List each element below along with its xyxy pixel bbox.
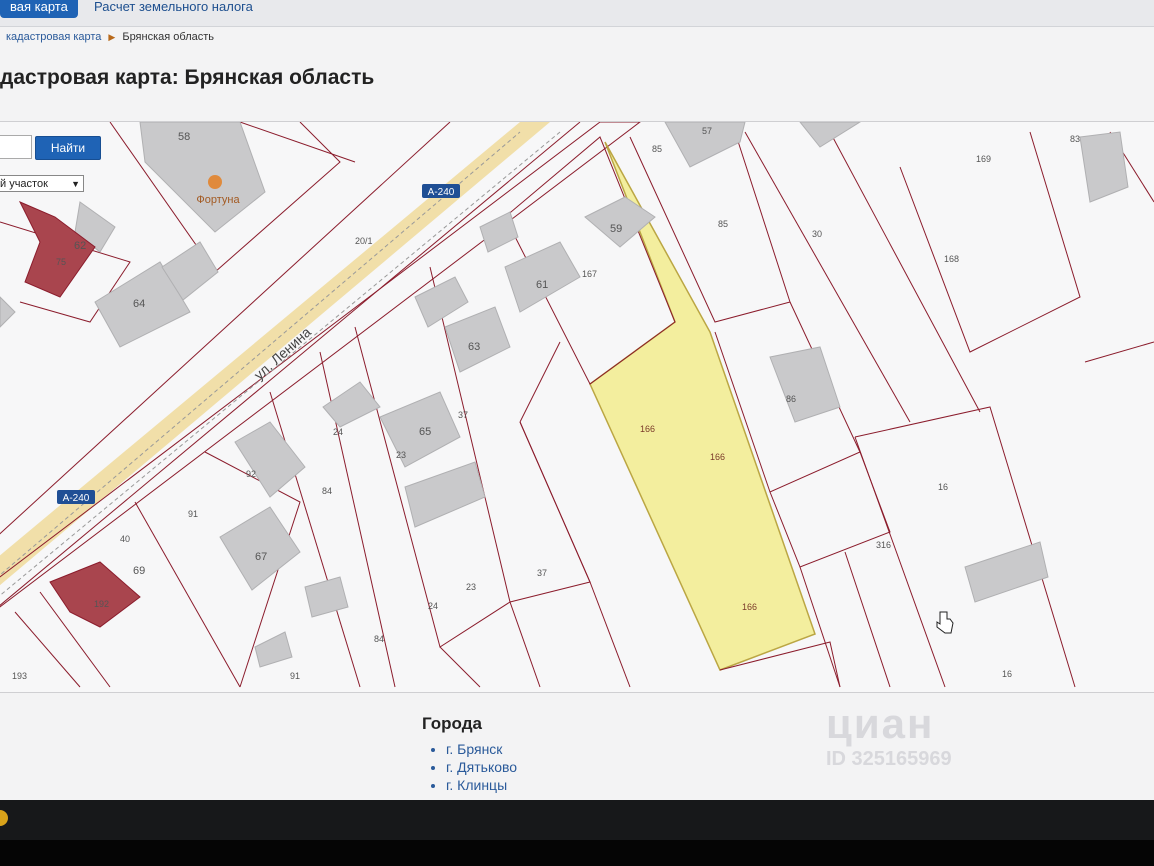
city-link-bryansk[interactable]: г. Брянск xyxy=(446,740,517,758)
breadcrumb-parent-link[interactable]: кадастровая карта xyxy=(6,31,101,43)
parcel-number: 37 xyxy=(458,410,468,420)
parcel-number: 58 xyxy=(178,131,190,143)
parcel-number: 62 xyxy=(74,240,86,252)
map-canvas[interactable]: А-240 А-240 ул. Ленина Фортуна 58 85 57 … xyxy=(0,122,1154,692)
parcel-number: 23 xyxy=(466,582,476,592)
parcel-number: 85 xyxy=(718,219,728,229)
parcel-number: 166 xyxy=(710,452,725,462)
parcel-number: 84 xyxy=(322,486,332,496)
parcel-number: 167 xyxy=(582,269,597,279)
monitor-bezel xyxy=(0,840,1154,866)
parcel-number-labels: 58 85 57 83 169 20/1 85 30 168 62 75 64 … xyxy=(12,126,1080,681)
object-type-select-value: й участок xyxy=(0,178,48,190)
parcel-number: 169 xyxy=(976,154,991,164)
parcel-number: 23 xyxy=(396,450,406,460)
breadcrumb-current: Брянская область xyxy=(122,31,215,43)
search-button[interactable]: Найти xyxy=(35,136,101,160)
parcel-number: 24 xyxy=(428,601,438,611)
buildings xyxy=(0,122,1129,668)
parcel-number: 84 xyxy=(374,634,384,644)
road-corridor xyxy=(0,122,641,608)
city-link-dyatkovo[interactable]: г. Дятьково xyxy=(446,758,517,776)
browser-viewport: вая карта Расчет земельного налога кадас… xyxy=(0,0,1154,800)
parcel-number: 192 xyxy=(94,599,109,609)
parcel-number: 40 xyxy=(120,534,130,544)
svg-text:Фортуна: Фортуна xyxy=(196,194,240,206)
hand-cursor-icon xyxy=(936,611,954,634)
parcel-number: 67 xyxy=(255,551,267,563)
cadastral-map[interactable]: А-240 А-240 ул. Ленина Фортуна 58 85 57 … xyxy=(0,121,1154,693)
cities-heading: Города xyxy=(422,714,482,733)
tab-cadastral-map[interactable]: вая карта xyxy=(0,0,78,18)
parcel-number: 63 xyxy=(468,341,480,353)
taskbar xyxy=(0,800,1154,840)
city-link-klintsy[interactable]: г. Клинцы xyxy=(446,776,517,794)
road-badge-a240-top: А-240 xyxy=(422,184,460,198)
cian-logo: циан xyxy=(826,700,935,747)
tab-land-tax[interactable]: Расчет земельного налога xyxy=(94,0,253,20)
cian-watermark: циан ID 325165969 xyxy=(826,700,1066,790)
parcel-number: 65 xyxy=(419,426,431,438)
top-navigation: вая карта Расчет земельного налога xyxy=(0,0,1154,27)
chevron-down-icon: ▼ xyxy=(71,179,80,189)
svg-text:А-240: А-240 xyxy=(63,493,90,504)
parcel-number: 69 xyxy=(133,565,145,577)
page-title: дастровая карта: Брянская область xyxy=(0,66,375,89)
cities-list: г. Брянск г. Дятьково г. Клинцы xyxy=(422,740,517,794)
parcel-number: 30 xyxy=(812,229,822,239)
taskbar-app-icon[interactable] xyxy=(0,810,8,826)
cities-section: Города г. Брянск г. Дятьково г. Клинцы xyxy=(422,714,517,794)
listing-id: ID 325165969 xyxy=(826,748,952,770)
parcel-number: 91 xyxy=(188,509,198,519)
breadcrumb-separator-icon: ▶ xyxy=(108,32,116,42)
parcel-number: 61 xyxy=(536,279,548,291)
parcel-number: 24 xyxy=(333,427,343,437)
highlighted-buildings xyxy=(18,201,141,628)
parcel-number: 166 xyxy=(640,424,655,434)
parcel-number: 91 xyxy=(290,671,300,681)
parcel-number: 57 xyxy=(702,126,712,136)
parcel-number: 20/1 xyxy=(355,236,373,246)
parcel-number: 86 xyxy=(786,394,796,404)
svg-text:А-240: А-240 xyxy=(428,187,455,198)
parcel-number: 193 xyxy=(12,671,27,681)
parcel-number: 85 xyxy=(652,144,662,154)
breadcrumb: кадастровая карта ▶ Брянская область xyxy=(6,31,214,43)
road-badge-a240-bottom: А-240 xyxy=(57,490,95,504)
parcel-number: 16 xyxy=(1002,669,1012,679)
parcel-number: 168 xyxy=(944,254,959,264)
search-input[interactable] xyxy=(0,135,32,159)
parcel-number: 75 xyxy=(56,257,66,267)
parcel-boundaries xyxy=(0,122,1154,688)
parcel-number: 316 xyxy=(876,540,891,550)
object-type-select[interactable]: й участок ▼ xyxy=(0,175,84,192)
parcel-number: 92 xyxy=(246,469,256,479)
parcel-number: 64 xyxy=(133,298,145,310)
parcel-number: 59 xyxy=(610,223,622,235)
parcel-number: 37 xyxy=(537,568,547,578)
parcel-number: 83 xyxy=(1070,134,1080,144)
parcel-number: 16 xyxy=(938,482,948,492)
